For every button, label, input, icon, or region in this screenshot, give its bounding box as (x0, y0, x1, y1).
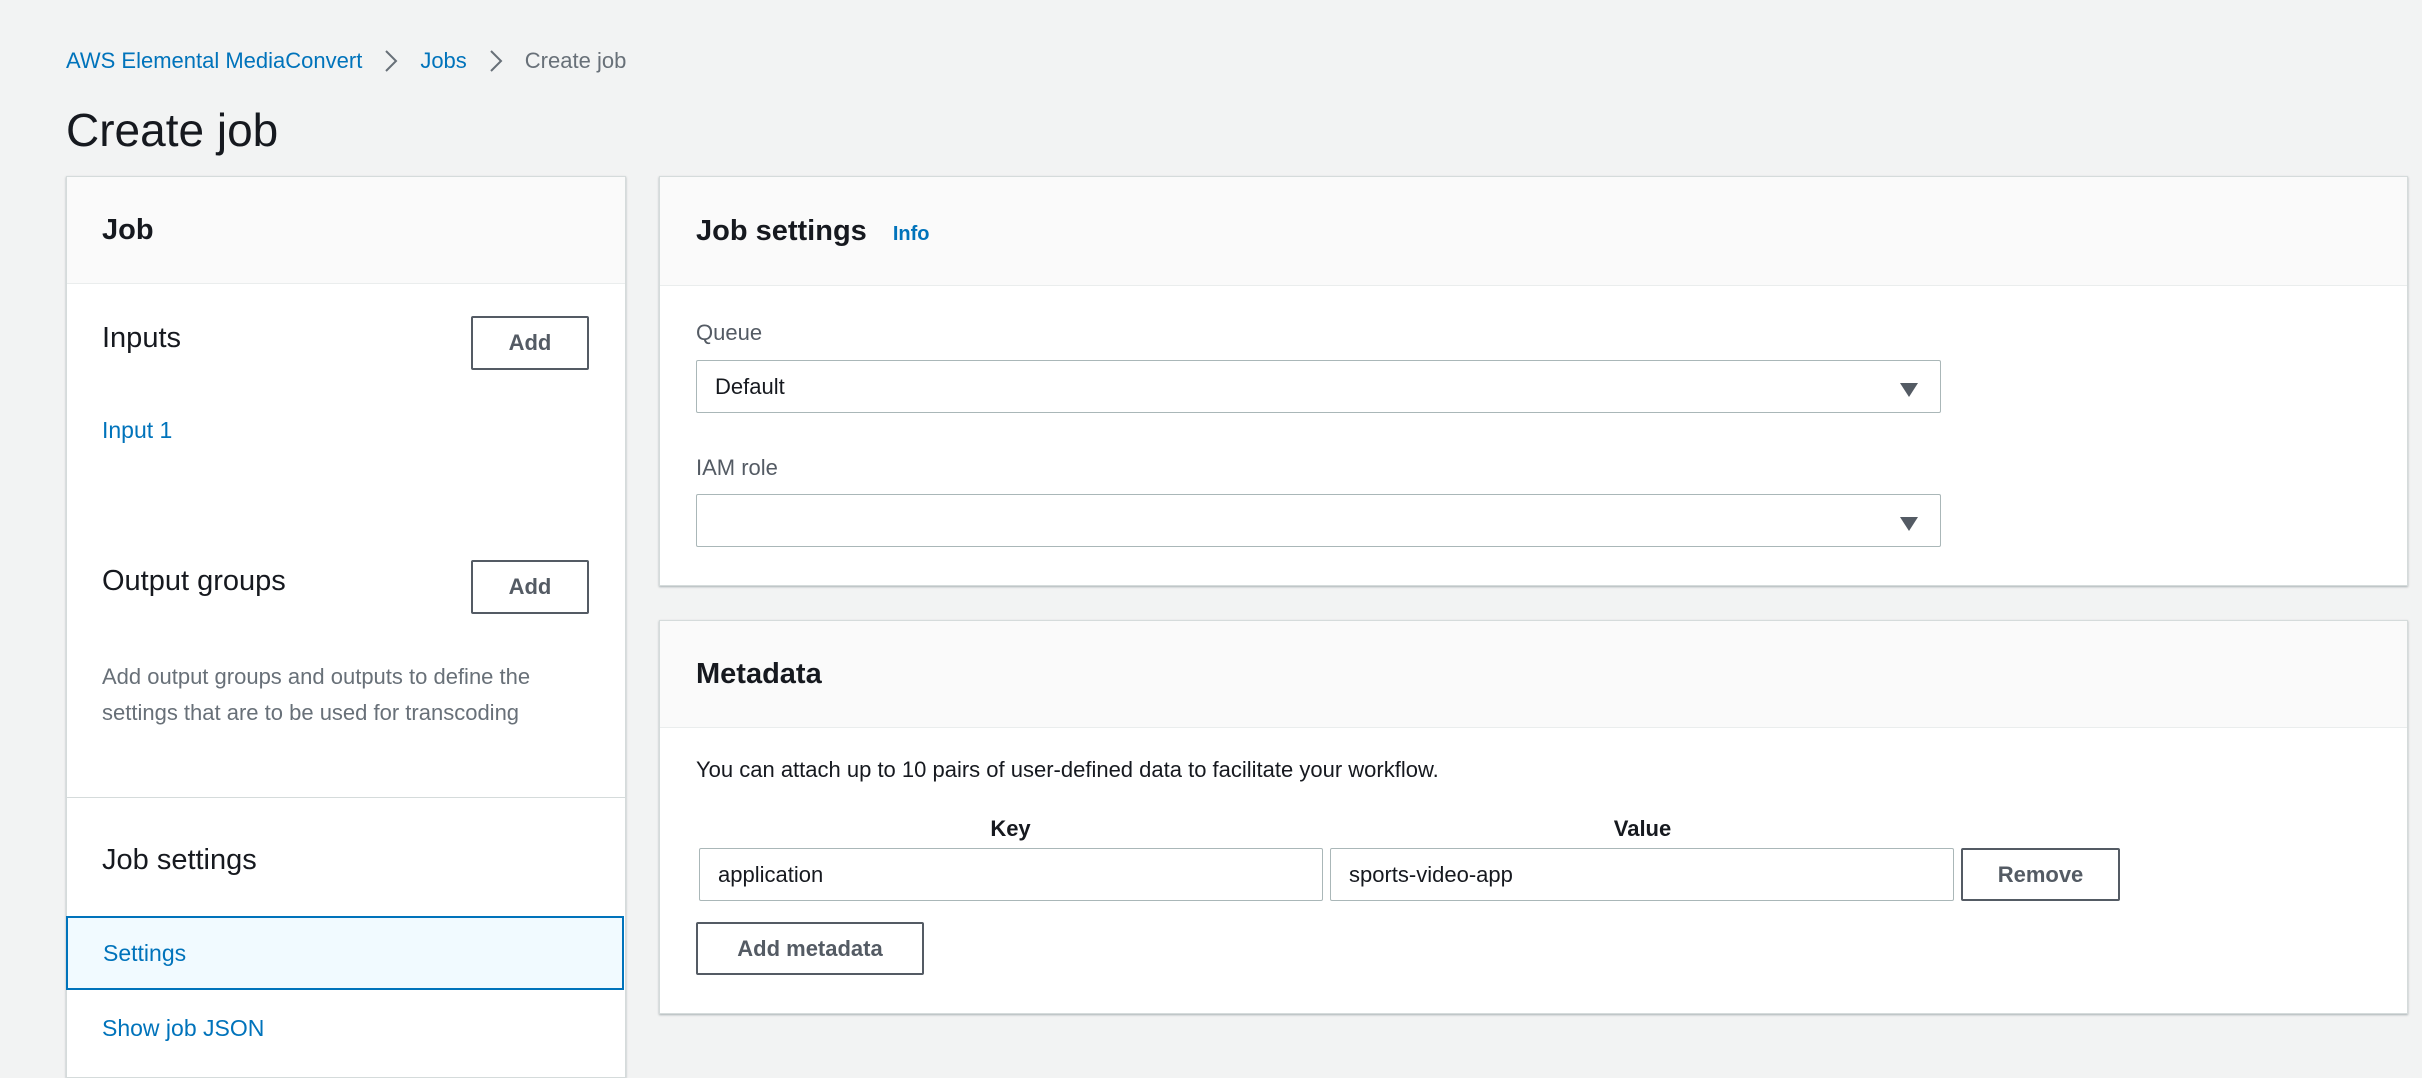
metadata-key-input[interactable] (699, 848, 1323, 901)
metadata-value-input[interactable] (1330, 848, 1954, 901)
breadcrumb-current: Create job (524, 48, 627, 73)
nav-item-settings[interactable]: Settings (66, 916, 624, 990)
metadata-title: Metadata (696, 657, 822, 690)
job-settings-section-title: Job settings (102, 844, 257, 876)
iam-role-select[interactable] (696, 494, 1941, 547)
add-output-group-button[interactable]: Add (471, 560, 589, 614)
input-1-link[interactable]: Input 1 (102, 417, 172, 444)
job-navigation-panel: Job Inputs Add Input 1 Output groups Add… (66, 176, 626, 1078)
iam-role-label: IAM role (696, 455, 778, 480)
page-title: Create job (66, 104, 279, 156)
inputs-section-title: Inputs (102, 322, 181, 354)
breadcrumb-mediaconvert-link[interactable]: AWS Elemental MediaConvert (66, 48, 362, 74)
breadcrumb-jobs-link[interactable]: Jobs (420, 48, 466, 74)
job-settings-title: Job settings (696, 214, 867, 247)
add-metadata-button[interactable]: Add metadata (696, 922, 924, 975)
breadcrumb: AWS Elemental MediaConvert Jobs Create j… (66, 44, 626, 78)
queue-label: Queue (696, 320, 763, 345)
job-nav-header: Job (67, 177, 625, 284)
value-column-header: Value (1613, 816, 1672, 841)
queue-select[interactable]: Default (696, 360, 1941, 413)
job-settings-panel: Job settings Info Queue Default IAM role (659, 176, 2408, 586)
chevron-right-icon (384, 49, 398, 73)
queue-select-value: Default (715, 373, 785, 399)
remove-metadata-button[interactable]: Remove (1961, 848, 2120, 901)
metadata-header: Metadata (660, 621, 2407, 728)
job-settings-header: Job settings Info (660, 177, 2407, 286)
add-input-button[interactable]: Add (471, 316, 589, 370)
show-job-json-link[interactable]: Show job JSON (102, 1015, 264, 1042)
output-groups-help-text: Add output groups and outputs to define … (102, 664, 531, 725)
chevron-right-icon (489, 49, 503, 73)
info-link[interactable]: Info (893, 223, 930, 246)
key-column-header: Key (990, 816, 1031, 841)
metadata-description: You can attach up to 10 pairs of user-de… (696, 757, 1439, 782)
caret-down-icon (1900, 512, 1918, 538)
caret-down-icon (1900, 378, 1918, 404)
section-divider (67, 797, 625, 798)
metadata-panel: Metadata You can attach up to 10 pairs o… (659, 620, 2408, 1014)
output-groups-section-title: Output groups (102, 565, 286, 597)
